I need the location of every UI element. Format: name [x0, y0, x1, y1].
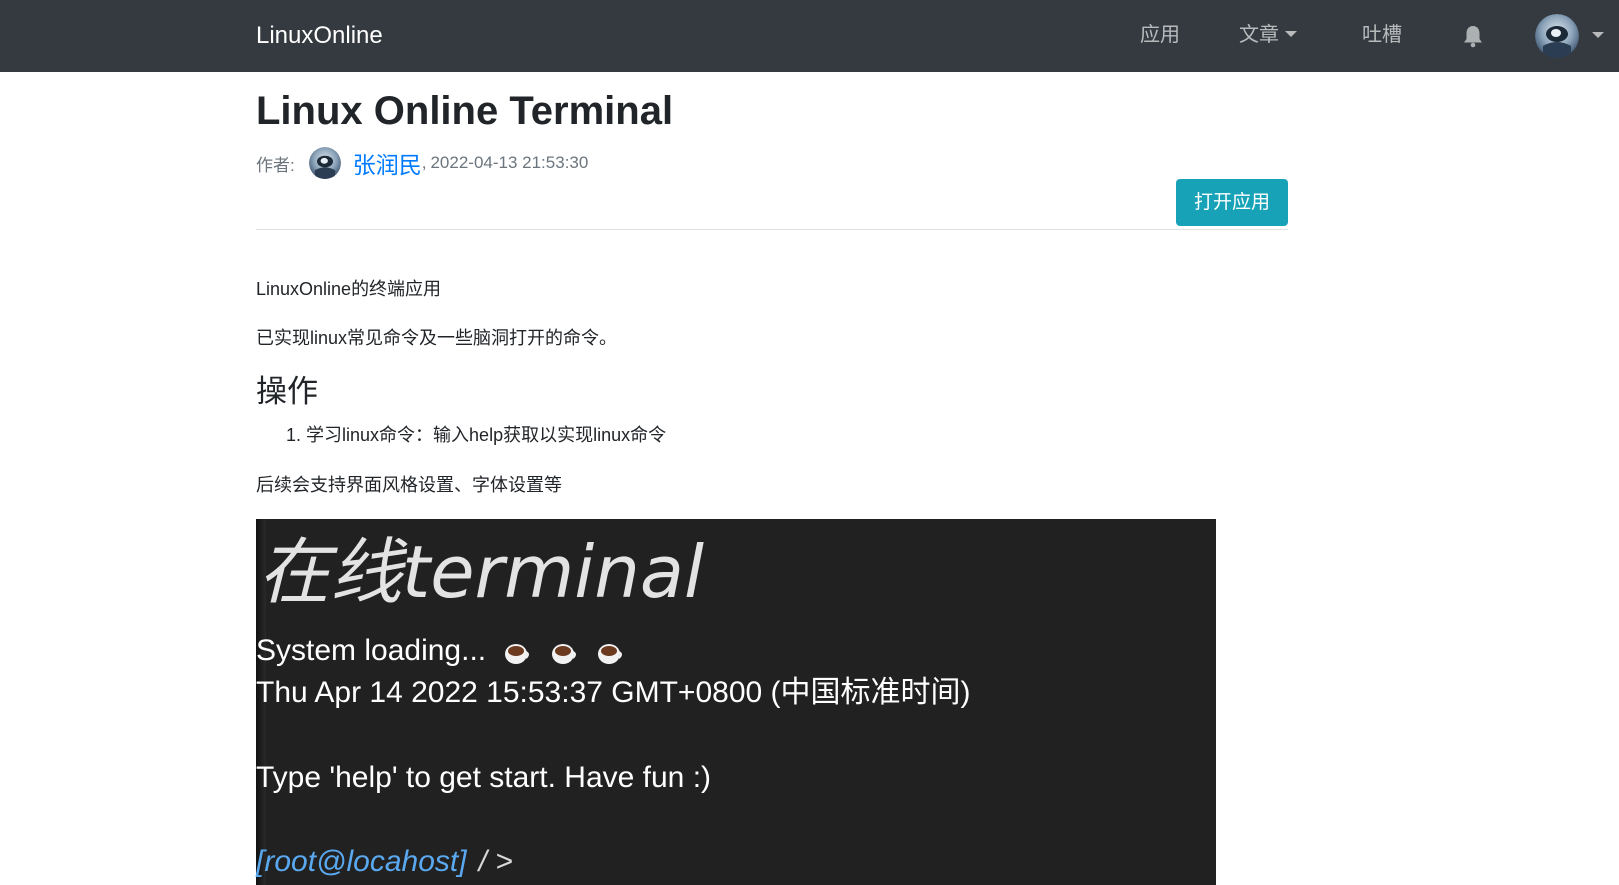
- avatar-image: [308, 147, 341, 179]
- coffee-cup-icon: [551, 644, 576, 665]
- article-meta: 作者: 张润民 , 2022-04-13 21:53:30: [256, 145, 588, 181]
- nav-item-articles-label: 文章: [1239, 24, 1279, 46]
- page-title: Linux Online Terminal: [256, 89, 674, 133]
- terminal-loading-text: System loading...: [256, 634, 487, 667]
- nav-item-apps[interactable]: 应用: [1140, 20, 1180, 50]
- terminal-prompt: [root@locahost]: [256, 845, 467, 878]
- followup-paragraph: 后续会支持界面风格设置、字体设置等: [256, 475, 562, 495]
- open-app-button[interactable]: 打开应用: [1176, 179, 1288, 226]
- terminal-prompt-line: [root@locahost] / >: [256, 843, 513, 881]
- implemented-paragraph: 已实现linux常见命令及一些脑洞打开的命令。: [256, 328, 618, 348]
- coffee-cup-icon: [505, 644, 530, 665]
- list-item-text: 学习linux命令：输入help获取以实现linux命令: [306, 425, 667, 445]
- intro-paragraph: LinuxOnline的终端应用: [256, 279, 442, 299]
- terminal-date-line: Thu Apr 14 2022 15:53:37 GMT+0800 (中国标准时…: [256, 676, 971, 709]
- list-item-number: 1.: [286, 425, 302, 445]
- publish-datetime: 2022-04-13 21:53:30: [430, 153, 589, 172]
- avatar-image: [1535, 14, 1579, 58]
- coffee-cup-icon: [598, 644, 623, 665]
- operations-list: 1. 学习linux命令：输入help获取以实现linux命令: [286, 422, 666, 448]
- bell-icon[interactable]: [1462, 24, 1484, 48]
- header-divider: [256, 229, 1288, 230]
- caret-down-icon: [1285, 30, 1297, 37]
- terminal-help-line: Type 'help' to get start. Have fun :): [256, 761, 712, 794]
- nav-item-tucao[interactable]: 吐槽: [1362, 20, 1402, 50]
- brand-logo-link[interactable]: LinuxOnline: [256, 20, 383, 52]
- meta-separator: ,: [421, 153, 427, 172]
- nav-item-articles-dropdown[interactable]: 文章: [1239, 20, 1297, 50]
- operations-heading: 操作: [256, 374, 318, 409]
- terminal-loading-line: System loading...: [256, 632, 635, 671]
- author-label: 作者:: [256, 155, 295, 175]
- terminal-prompt-symbol: / >: [478, 845, 513, 878]
- chevron-down-icon[interactable]: [1592, 32, 1604, 38]
- list-item: 1. 学习linux命令：输入help获取以实现linux命令: [286, 422, 666, 448]
- user-avatar[interactable]: [1535, 14, 1579, 58]
- terminal-heading: 在线terminal: [258, 530, 705, 614]
- author-avatar: [308, 147, 341, 179]
- coffee-cups: [504, 633, 635, 671]
- author-name-link[interactable]: 张润民: [353, 146, 422, 180]
- top-navbar: LinuxOnline 应用 文章 吐槽: [0, 0, 1619, 72]
